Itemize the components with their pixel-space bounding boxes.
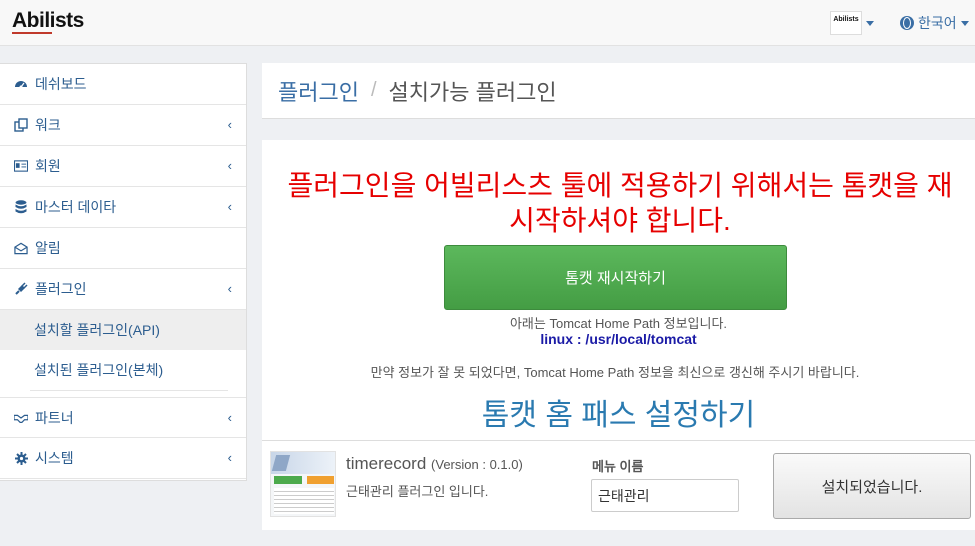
thumb-header (271, 452, 335, 474)
plugin-thumbnail (270, 451, 336, 517)
copy-icon (14, 118, 28, 132)
chevron-down-icon (866, 20, 874, 26)
logo-underline (12, 32, 52, 34)
sidebar-item-label: 알림 (35, 240, 61, 256)
restart-tomcat-button[interactable]: 톰캣 재시작하기 (444, 245, 787, 310)
sidebar-item-notifications[interactable]: 알림 (0, 228, 246, 269)
gear-icon (14, 451, 28, 465)
chevron-left-icon: ‹ (227, 410, 232, 425)
language-label: 한국어 (918, 15, 957, 31)
menu-name-input[interactable] (591, 479, 739, 512)
update-notice: 만약 정보가 잘 못 되었다면, Tomcat Home Path 정보을 최신… (370, 365, 860, 380)
sidebar: 데쉬보드 워크 ‹ 회원 ‹ 마스터 데이타 ‹ 알림 플러그인 ‹ 설치할 플… (0, 63, 247, 481)
sidebar-item-label: 파트너 (35, 409, 74, 426)
sidebar-item-plugins[interactable]: 플러그인 ‹ (0, 269, 246, 310)
breadcrumb-parent[interactable]: 플러그인 (278, 75, 359, 107)
envelope-open-icon (14, 241, 28, 255)
breadcrumb: 플러그인 / 설치가능 플러그인 (262, 63, 975, 119)
plugin-name: timerecord (Version : 0.1.0) (346, 454, 523, 474)
breadcrumb-current: 설치가능 플러그인 (388, 79, 557, 105)
chevron-left-icon: ‹ (227, 450, 232, 465)
sidebar-item-master-data[interactable]: 마스터 데이타 ‹ (0, 187, 246, 228)
database-icon (14, 200, 28, 214)
divider (30, 390, 228, 391)
home-path-info: 아래는 Tomcat Home Path 정보입니다. (509, 316, 728, 331)
tomcat-home-setting-link[interactable]: 톰캣 홈 패스 설정하기 (262, 390, 975, 434)
sidebar-item-partners[interactable]: 파트너 ‹ (0, 397, 246, 438)
thumb-bar (307, 476, 334, 484)
user-menu[interactable]: Abilists (830, 11, 874, 35)
chevron-down-icon (960, 20, 969, 26)
logo-text-abi: Abi (12, 9, 45, 32)
plugin-row: timerecord (Version : 0.1.0) 근태관리 플러그인 입… (262, 440, 975, 528)
chevron-left-icon: ‹ (227, 281, 232, 296)
plugin-description: 근태관리 플러그인 입니다. (346, 484, 489, 499)
sidebar-item-members[interactable]: 회원 ‹ (0, 146, 246, 187)
sidebar-subitem-label: 설치할 플러그인(API) (34, 322, 160, 338)
sidebar-item-system[interactable]: 시스템 ‹ (0, 438, 246, 479)
chevron-left-icon: ‹ (227, 158, 232, 173)
menu-name-label: 메뉴 이름 (592, 459, 644, 474)
top-navbar: Abilists Abilists 한국어 (0, 0, 975, 46)
language-selector[interactable]: 한국어 (900, 13, 969, 33)
sidebar-subitem-install-plugin-api[interactable]: 설치할 플러그인(API) (0, 310, 246, 350)
sidebar-item-label: 시스템 (35, 450, 74, 466)
sidebar-item-work[interactable]: 워크 ‹ (0, 105, 246, 146)
plugin-version: (Version : 0.1.0) (431, 457, 523, 472)
chevron-left-icon: ‹ (227, 199, 232, 214)
plug-icon (14, 282, 28, 296)
sidebar-item-label: 플러그인 (35, 281, 87, 297)
chevron-left-icon: ‹ (227, 117, 232, 132)
sidebar-subitem-label: 설치된 플러그인(본체) (34, 362, 164, 378)
thumb-table (274, 488, 334, 514)
id-card-icon (14, 159, 28, 173)
globe-icon (900, 16, 914, 30)
sidebar-item-label: 데쉬보드 (35, 76, 87, 92)
home-path-value: linux : /usr/local/tomcat (540, 331, 697, 347)
thumb-bar (274, 476, 302, 484)
avatar: Abilists (830, 11, 862, 35)
dashboard-icon (14, 77, 28, 91)
plugin-name-text: timerecord (346, 454, 427, 473)
sidebar-item-dashboard[interactable]: 데쉬보드 (0, 64, 246, 105)
sidebar-item-label: 마스터 데이타 (35, 199, 117, 215)
abilists-logo[interactable]: Abilists (12, 9, 84, 37)
main-panel: 플러그인을 어빌리스츠 툴에 적용하기 위해서는 톰캣을 재시작하셔야 합니다.… (262, 140, 975, 530)
handshake-icon (14, 411, 28, 425)
sidebar-item-label: 워크 (35, 117, 61, 133)
sidebar-subitem-installed-plugin[interactable]: 설치된 플러그인(본체) (0, 350, 246, 390)
breadcrumb-separator: / (370, 79, 377, 101)
sidebar-item-label: 회원 (35, 158, 61, 174)
restart-warning: 플러그인을 어빌리스츠 툴에 적용하기 위해서는 톰캣을 재시작하셔야 합니다. (287, 170, 953, 236)
logo-text-lists: lists (44, 9, 84, 32)
installed-button[interactable]: 설치되었습니다. (773, 453, 971, 519)
